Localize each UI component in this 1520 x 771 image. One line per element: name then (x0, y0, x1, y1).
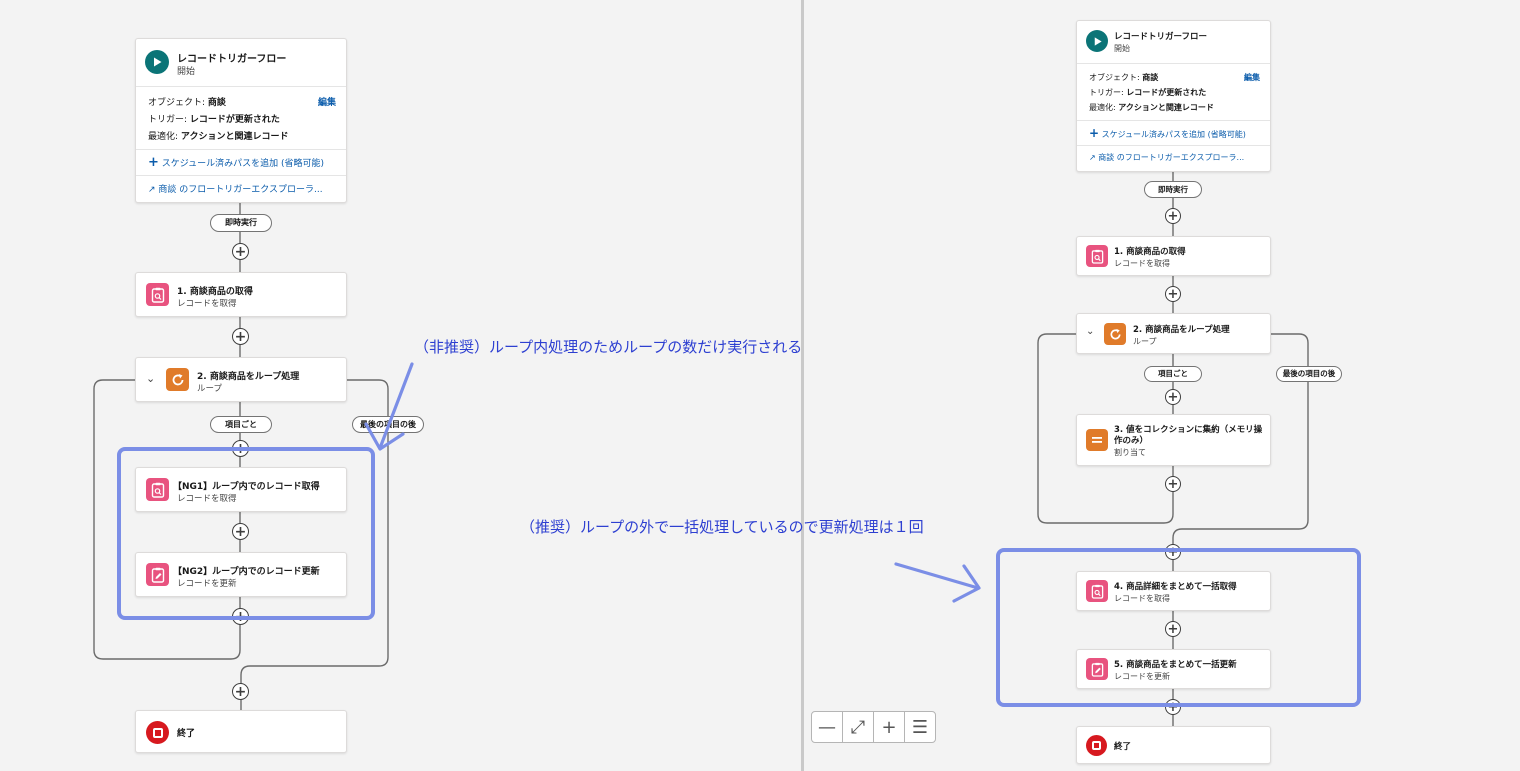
edit-link[interactable]: 編集 (1244, 72, 1260, 83)
right-flow-canvas[interactable]: レコードトリガーフロー 開始 オブジェクト: 商談 編集 トリガー: レコードが… (804, 0, 1520, 771)
left-flow-canvas[interactable]: レコードトリガーフロー 開始 オブジェクト: 商談 編集 トリガー: レコードが… (0, 0, 803, 771)
add-element-icon[interactable]: + (1165, 286, 1181, 302)
loop-node[interactable]: ⌄ 2. 商談商品をループ処理 ループ (1076, 313, 1271, 354)
object-row: オブジェクト: 商談 (1089, 73, 1159, 82)
start-node[interactable]: レコードトリガーフロー 開始 オブジェクト: 商談 編集 トリガー: レコードが… (1076, 20, 1271, 172)
add-scheduled-path-link[interactable]: + スケジュール済みパスを追加 (省略可能) (1089, 126, 1246, 140)
get-records-title: 1. 商談商品の取得 (1114, 247, 1186, 257)
plus-icon: + (1089, 126, 1100, 140)
optimize-row: 最適化: アクションと関連レコード (1089, 103, 1214, 112)
fit-view-button[interactable]: ⤢ (843, 712, 874, 742)
get-records-node[interactable]: 1. 商談商品の取得 レコードを取得 (1076, 236, 1271, 276)
assignment-subtitle: 割り当て (1114, 448, 1146, 457)
get-records-subtitle: レコードを取得 (1114, 259, 1170, 268)
loop-title: 2. 商談商品をループ処理 (1133, 325, 1230, 335)
stop-icon (1086, 735, 1107, 756)
start-title: レコードトリガーフロー (1114, 32, 1207, 42)
annotation-text-not-recommended: （非推奨）ループ内処理のためループの数だけ実行される (414, 338, 803, 356)
chevron-down-icon[interactable]: ⌄ (1086, 326, 1094, 337)
zoom-in-button[interactable]: + (874, 712, 905, 742)
end-label: 終了 (1114, 742, 1132, 752)
for-each-pill: 項目ごと (1144, 366, 1202, 382)
external-link-icon: ↗ (1089, 153, 1096, 162)
immediate-run-pill: 即時実行 (1144, 181, 1202, 198)
annotation-arrow (364, 362, 414, 451)
clipboard-search-icon (1086, 245, 1108, 267)
loop-icon (1104, 323, 1126, 345)
trigger-row: トリガー: レコードが更新された (1089, 88, 1207, 97)
annotation-text-recommended: （推奨）ループの外で一括処理しているので更新処理は１回 (520, 518, 924, 536)
add-element-icon[interactable]: + (1165, 389, 1181, 405)
zoom-out-button[interactable]: — (812, 712, 843, 742)
trigger-explorer-link[interactable]: ↗ 商談 のフロートリガーエクスプローラ... (1089, 152, 1244, 163)
auto-layout-button[interactable]: ☰ (905, 712, 935, 742)
canvas-zoom-controls: — ⤢ + ☰ (811, 711, 936, 743)
bulk-highlight-box (996, 548, 1361, 707)
end-node[interactable]: 終了 (1076, 726, 1271, 764)
after-last-pill: 最後の項目の後 (1276, 366, 1342, 382)
assignment-node[interactable]: 3. 値をコレクションに集約（メモリ操 作のみ） 割り当て (1076, 414, 1271, 466)
start-subtitle: 開始 (1114, 44, 1130, 53)
add-element-icon[interactable]: + (1165, 208, 1181, 224)
loop-subtitle: ループ (1133, 337, 1157, 346)
assignment-equals-icon (1086, 429, 1108, 451)
assignment-title-line2: 作のみ） (1114, 436, 1149, 446)
play-icon (1086, 30, 1108, 52)
add-element-icon[interactable]: + (1165, 476, 1181, 492)
